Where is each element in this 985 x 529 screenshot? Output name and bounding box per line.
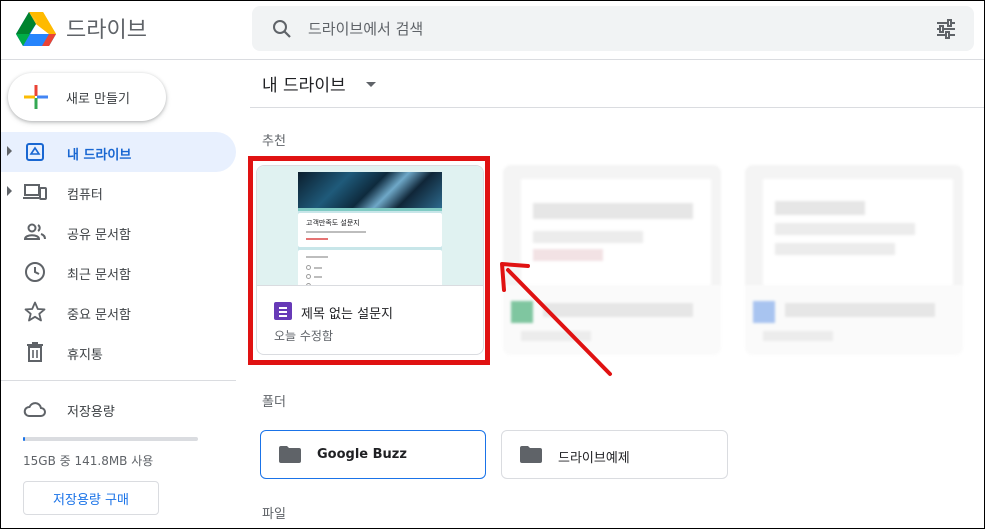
- folder-icon: [520, 446, 542, 463]
- new-button[interactable]: 새로 만들기: [8, 73, 166, 121]
- storage-usage-bar: [23, 437, 198, 441]
- search-bar[interactable]: [252, 6, 974, 51]
- my-drive-icon: [26, 143, 44, 161]
- new-button-label: 새로 만들기: [66, 92, 130, 107]
- suggested-section-label: 추천: [262, 134, 286, 149]
- form-header-image: [298, 172, 442, 208]
- forms-icon: [274, 302, 292, 320]
- folder-item[interactable]: Google Buzz: [260, 430, 486, 479]
- sidebar-item-label: 저장용량: [67, 405, 115, 420]
- sidebar-item-label: 컴퓨터: [67, 188, 103, 203]
- cloud-icon: [23, 402, 46, 417]
- buy-storage-button[interactable]: 저장용량 구매: [23, 481, 159, 515]
- main-divider: [250, 107, 985, 108]
- sidebar-divider: [0, 380, 236, 381]
- app-header: 드라이브: [0, 0, 985, 60]
- search-options-icon[interactable]: [934, 17, 958, 41]
- folder-name: Google Buzz: [317, 447, 407, 462]
- folder-item[interactable]: 드라이브예제: [501, 430, 728, 479]
- sidebar-item-label: 내 드라이브: [67, 148, 132, 163]
- form-preview-title: 고객만족도 설문지: [306, 219, 360, 227]
- app-name: 드라이브: [66, 18, 147, 43]
- computer-icon: [23, 184, 47, 200]
- blurred-file-card[interactable]: [745, 165, 963, 355]
- expand-arrow-icon[interactable]: [7, 146, 12, 156]
- folder-name: 드라이브예제: [558, 451, 630, 466]
- expand-arrow-icon[interactable]: [7, 186, 12, 196]
- file-thumbnail: 고객만족도 설문지: [257, 166, 483, 286]
- files-section-label: 파일: [262, 507, 286, 522]
- sidebar-item-storage[interactable]: 저장용량: [0, 389, 236, 429]
- folders-section-label: 폴더: [262, 395, 286, 410]
- search-icon[interactable]: [270, 17, 294, 41]
- sidebar-item-recent[interactable]: 최근 문서함: [0, 252, 236, 292]
- dropdown-caret-icon[interactable]: [366, 82, 376, 87]
- sidebar-item-label: 휴지통: [67, 348, 103, 363]
- search-input[interactable]: [308, 16, 908, 42]
- storage-usage-fill: [23, 437, 25, 441]
- sidebar-item-label: 최근 문서함: [67, 268, 131, 283]
- recent-icon: [25, 262, 45, 282]
- suggested-file-card[interactable]: 고객만족도 설문지 제목 없는 설문지 오늘 수정함: [256, 165, 484, 355]
- form-preview: 고객만족도 설문지: [298, 172, 442, 285]
- annotation-arrow-icon: [500, 262, 612, 376]
- shared-icon: [23, 223, 46, 240]
- sidebar-item-computers[interactable]: 컴퓨터: [0, 172, 236, 212]
- file-modified-text: 오늘 수정함: [274, 329, 334, 343]
- trash-icon: [27, 342, 43, 362]
- storage-usage-text: 15GB 중 141.8MB 사용: [23, 454, 154, 468]
- sidebar-item-shared[interactable]: 공유 문서함: [0, 212, 236, 252]
- plus-icon: [24, 85, 48, 109]
- drive-logo-icon[interactable]: [16, 10, 56, 46]
- sidebar-item-trash[interactable]: 휴지통: [0, 332, 236, 372]
- breadcrumb[interactable]: 내 드라이브: [262, 71, 346, 96]
- sidebar-item-my-drive[interactable]: 내 드라이브: [0, 132, 236, 172]
- file-title: 제목 없는 설문지: [301, 307, 393, 322]
- sidebar-item-starred[interactable]: 중요 문서함: [0, 292, 236, 332]
- folder-icon: [279, 446, 301, 463]
- sidebar-item-label: 공유 문서함: [67, 228, 131, 243]
- sidebar-item-label: 중요 문서함: [67, 308, 131, 323]
- star-icon: [24, 301, 46, 322]
